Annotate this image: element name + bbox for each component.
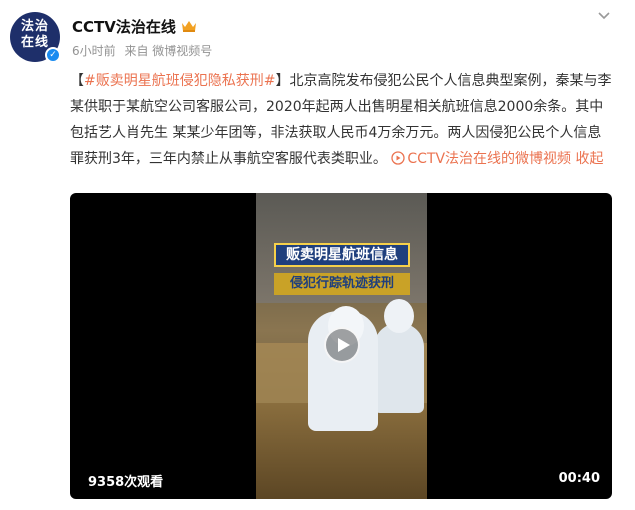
author-name[interactable]: CCTV法治在线: [72, 16, 176, 37]
post-time[interactable]: 6小时前: [72, 44, 116, 58]
weibo-post-card: 法治 在线 ✓ CCTV法治在线 6小时前 来自 微博视频号 【#贩卖明星航班侵…: [0, 0, 635, 510]
crown-icon: [181, 21, 196, 32]
play-icon: [338, 338, 350, 352]
defendant-figure: [374, 323, 424, 413]
video-caption-title: 贩卖明星航班信息: [274, 243, 410, 267]
topic-bracket-close: 】: [275, 73, 290, 89]
author-row: CCTV法治在线: [72, 16, 197, 36]
post-text: 【#贩卖明星航班侵犯隐私获刑#】北京高院发布侵犯公民个人信息典型案例，秦某与李某…: [70, 68, 615, 172]
video-duration: 00:40: [558, 471, 600, 486]
view-count: 9358次观看: [88, 475, 164, 490]
post-meta: 6小时前 来自 微博视频号: [72, 42, 217, 59]
video-caption-subtitle: 侵犯行踪轨迹获刑: [274, 273, 410, 295]
verified-check-icon: ✓: [45, 47, 61, 63]
post-source[interactable]: 来自 微博视频号: [124, 44, 212, 58]
topic-hashtag-link[interactable]: #贩卖明星航班侵犯隐私获刑#: [84, 73, 275, 89]
collapse-link[interactable]: 收起: [576, 151, 604, 167]
play-button[interactable]: [324, 327, 360, 363]
video-link[interactable]: CCTV法治在线的微博视频: [391, 151, 571, 167]
chevron-down-icon[interactable]: [596, 8, 612, 24]
video-play-icon: [391, 151, 406, 165]
video-player[interactable]: 贩卖明星航班信息 侵犯行踪轨迹获刑 9358次观看 00:40: [70, 193, 612, 499]
topic-bracket-open: 【: [70, 73, 84, 89]
defendant-head: [384, 299, 414, 333]
